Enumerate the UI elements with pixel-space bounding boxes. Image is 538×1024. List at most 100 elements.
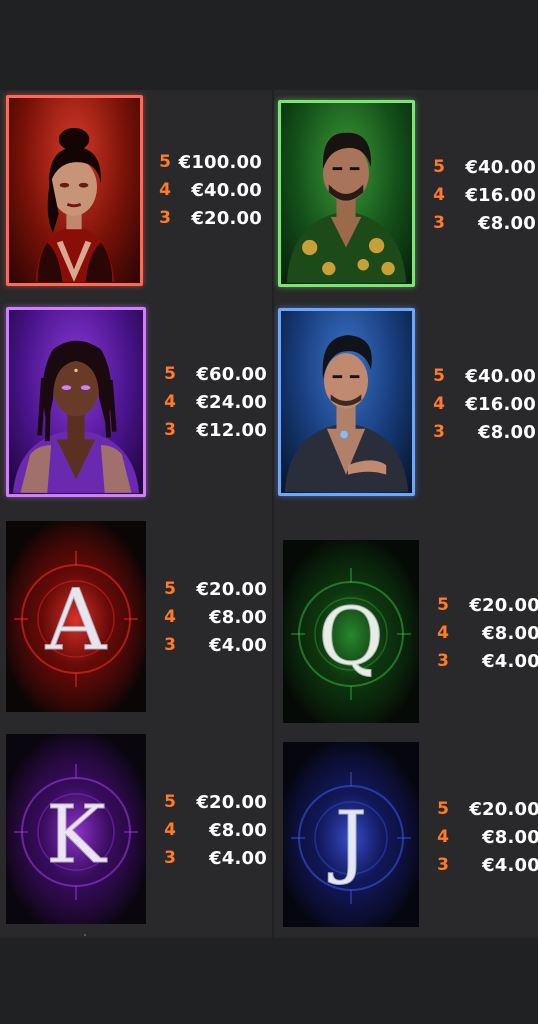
pay-row: 5 €20.00 [432,591,538,619]
symbol-green-man [278,100,415,287]
symbol-ace: A [6,521,146,712]
pay-value: €16.00 [465,393,536,415]
pay-value: €20.00 [469,594,538,616]
pay-row: 3 €4.00 [432,647,538,675]
pay-row: 4 €24.00 [159,388,279,416]
pay-value: €4.00 [482,854,538,876]
pay-value: €8.00 [209,606,267,628]
pay-count: 3 [437,651,449,671]
ace-card-art: A [6,521,146,712]
paytable-green-man: 5 €40.00 4 €16.00 3 €8.00 [428,153,538,237]
green-man-portrait [286,132,407,283]
pay-count: 4 [164,392,176,412]
pay-count: 5 [433,366,445,386]
pay-count: 4 [164,607,176,627]
pay-count: 3 [159,208,171,228]
pay-row: 5 €40.00 [428,362,538,390]
pay-count: 4 [164,820,176,840]
pay-value: €8.00 [478,421,536,443]
pay-row: 3 €8.00 [428,209,538,237]
pay-count: 5 [437,595,449,615]
pay-row: 3 €4.00 [159,844,279,872]
pay-row: 3 €8.00 [428,418,538,446]
jack-card-art: J [283,742,419,927]
red-woman-portrait [35,127,115,282]
pay-value: €20.00 [196,578,267,600]
queen-card-art: Q [283,540,419,723]
pay-row: 5 €40.00 [428,153,538,181]
pay-value: €40.00 [465,365,536,387]
blue-man-portrait [284,335,409,492]
pay-count: 3 [437,855,449,875]
paytable-king: 5 €20.00 4 €8.00 3 €4.00 [159,788,279,872]
pay-row: 4 €8.00 [159,603,279,631]
pay-row: 4 €8.00 [432,823,538,851]
pay-count: 5 [164,364,176,384]
paytable-red-woman: 5 €100.00 4 €40.00 3 €20.00 [154,148,274,232]
pay-count: 3 [164,848,176,868]
pay-value: €4.00 [482,650,538,672]
pay-count: 4 [433,185,445,205]
pay-row: 5 €20.00 [432,795,538,823]
pay-count: 5 [159,152,171,172]
pay-row: 3 €20.00 [154,204,274,232]
pay-value: €4.00 [209,634,267,656]
svg-text:A: A [45,571,108,669]
pay-value: €8.00 [482,622,538,644]
symbol-king: K [6,734,146,924]
pay-row: 4 €8.00 [159,816,279,844]
paytable-jack: 5 €20.00 4 €8.00 3 €4.00 [432,795,538,879]
pay-count: 5 [164,579,176,599]
symbol-red-woman [6,95,143,286]
pay-row: 5 €20.00 [159,575,279,603]
pay-count: 5 [164,792,176,812]
pay-value: €8.00 [482,826,538,848]
pay-row: 5 €100.00 [154,148,274,176]
pay-value: €100.00 [178,151,262,173]
pay-count: 3 [164,420,176,440]
symbol-blue-man [278,308,415,496]
king-card-art: K [6,734,146,924]
pay-row: 5 €60.00 [159,360,279,388]
pay-value: €60.00 [196,363,267,385]
pay-value: €12.00 [196,419,267,441]
pay-row: 3 €4.00 [159,631,279,659]
paytable-blue-man: 5 €40.00 4 €16.00 3 €8.00 [428,362,538,446]
pay-count: 5 [433,157,445,177]
symbol-jack: J [283,742,419,927]
pay-value: €24.00 [196,391,267,413]
pay-row: 4 €8.00 [432,619,538,647]
pay-count: 3 [433,213,445,233]
paytable-ace: 5 €20.00 4 €8.00 3 €4.00 [159,575,279,659]
pay-count: 4 [159,180,171,200]
svg-text:K: K [46,788,107,881]
svg-text:Q: Q [318,590,384,683]
pay-value: €40.00 [191,179,262,201]
pay-row: 5 €20.00 [159,788,279,816]
pay-value: €8.00 [209,819,267,841]
paytable-purple-woman: 5 €60.00 4 €24.00 3 €12.00 [159,360,279,444]
pay-value: €4.00 [209,847,267,869]
pay-count: 3 [433,422,445,442]
pay-count: 4 [437,827,449,847]
pay-row: 3 €4.00 [432,851,538,879]
paytable-queen: 5 €20.00 4 €8.00 3 €4.00 [432,591,538,675]
pay-value: €20.00 [191,207,262,229]
pay-row: 4 €16.00 [428,181,538,209]
purple-woman-portrait [12,340,140,493]
pay-value: €20.00 [469,798,538,820]
pay-count: 3 [164,635,176,655]
pay-count: 4 [437,623,449,643]
pay-value: €20.00 [196,791,267,813]
pay-count: 5 [437,799,449,819]
symbol-purple-woman [6,307,146,497]
pay-value: €40.00 [465,156,536,178]
pay-count: 4 [433,394,445,414]
pay-value: €16.00 [465,184,536,206]
pay-row: 4 €16.00 [428,390,538,418]
pay-row: 3 €12.00 [159,416,279,444]
pay-value: €8.00 [478,212,536,234]
decorative-dot [84,934,86,936]
symbol-queen: Q [283,540,419,723]
pay-row: 4 €40.00 [154,176,274,204]
